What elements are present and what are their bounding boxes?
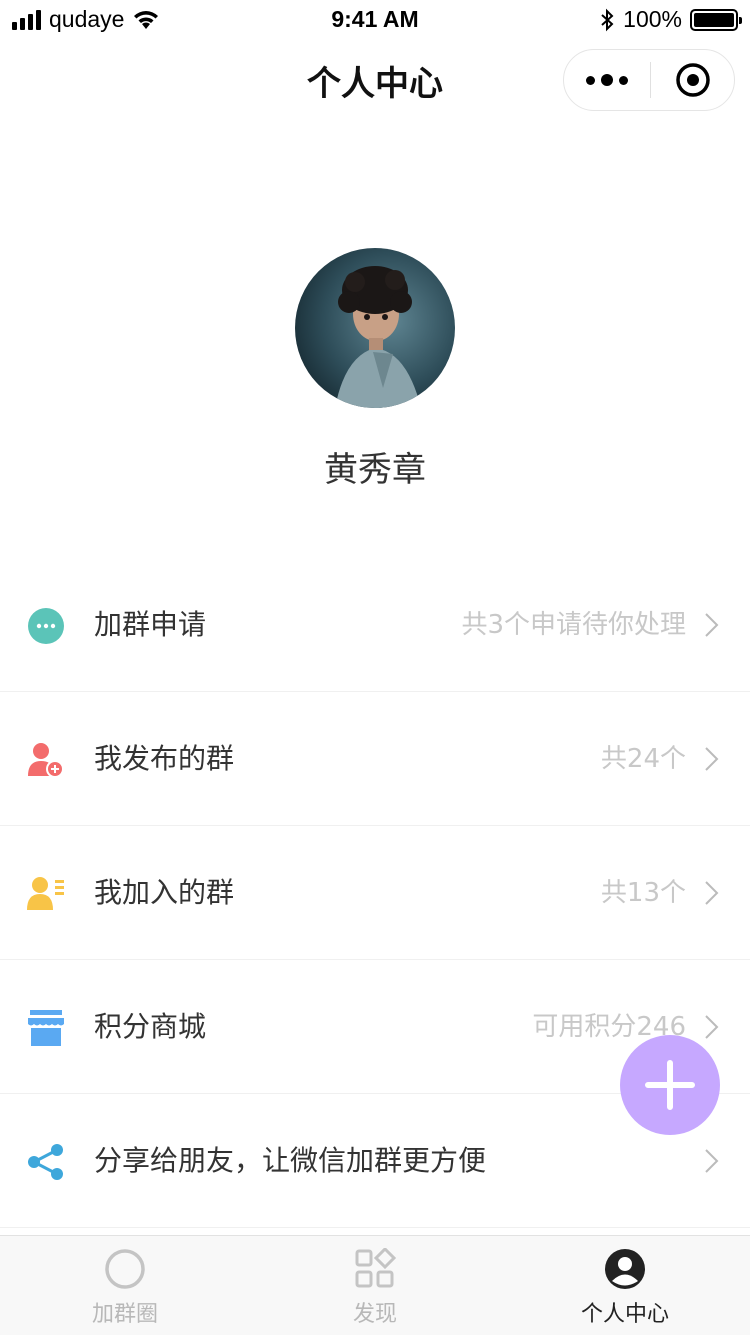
- tab-bar: 加群圈 发现 个人中心: [0, 1235, 750, 1335]
- store-icon: [28, 1010, 64, 1046]
- share-icon: [28, 1144, 63, 1180]
- menu-label: 积分商城: [94, 1010, 207, 1043]
- menu-extra: 共24个: [600, 744, 686, 774]
- more-options-button[interactable]: [564, 50, 650, 110]
- tab-label: 加群圈: [91, 1302, 158, 1327]
- tab-group-circle[interactable]: 加群圈: [0, 1236, 250, 1335]
- bluetooth-icon: [601, 8, 614, 31]
- chevron-right-icon: [705, 747, 719, 771]
- battery-percent: 100%: [623, 6, 682, 32]
- dot-icon: [586, 75, 595, 85]
- add-group-fab[interactable]: [620, 1035, 720, 1135]
- user-add-icon: [28, 743, 64, 778]
- menu-label: 我加入的群: [94, 876, 235, 909]
- menu-label: 加群申请: [94, 608, 207, 641]
- tab-discover[interactable]: 发现: [250, 1236, 500, 1335]
- status-right: 100%: [599, 6, 742, 33]
- menu-extra: 共13个: [600, 878, 686, 908]
- menu-item-my-joined-groups[interactable]: 我加入的群 共13个: [0, 826, 750, 960]
- menu-list: 加群申请 共3个申请待你处理 我发布的群 共24个 我加入的群 共13个 积分商…: [0, 558, 750, 1228]
- chevron-right-icon: [705, 1015, 719, 1039]
- avatar-photo: [295, 248, 455, 408]
- tab-profile[interactable]: 个人中心: [500, 1236, 750, 1335]
- tab-label: 发现: [352, 1302, 397, 1327]
- menu-item-my-published-groups[interactable]: 我发布的群 共24个: [0, 692, 750, 826]
- menu-label: 我发布的群: [94, 742, 235, 775]
- chevron-right-icon: [705, 881, 719, 905]
- tab-label: 个人中心: [580, 1302, 669, 1327]
- user-card-icon: [27, 877, 64, 910]
- dot-icon: [619, 75, 628, 85]
- circle-icon: [105, 1249, 145, 1289]
- close-mini-program-button[interactable]: [650, 50, 736, 110]
- chat-bubble-icon: [28, 608, 64, 644]
- plus-icon: [645, 1060, 695, 1110]
- status-bar: qudaye 9:41 AM 100%: [0, 0, 750, 40]
- chevron-right-icon: [705, 613, 719, 637]
- dot-icon: [601, 74, 613, 86]
- profile-icon: [605, 1249, 645, 1289]
- discover-grid-icon: [355, 1248, 396, 1288]
- chevron-right-icon: [705, 1149, 719, 1173]
- battery-icon: [690, 8, 742, 31]
- target-icon: [676, 63, 710, 97]
- menu-label: 分享给朋友，让微信加群更方便: [94, 1144, 487, 1177]
- menu-item-join-requests[interactable]: 加群申请 共3个申请待你处理: [0, 558, 750, 692]
- avatar[interactable]: [295, 248, 455, 408]
- mini-program-capsule: [563, 49, 735, 111]
- menu-extra: 共3个申请待你处理: [461, 610, 686, 640]
- username: 黄秀章: [324, 450, 426, 490]
